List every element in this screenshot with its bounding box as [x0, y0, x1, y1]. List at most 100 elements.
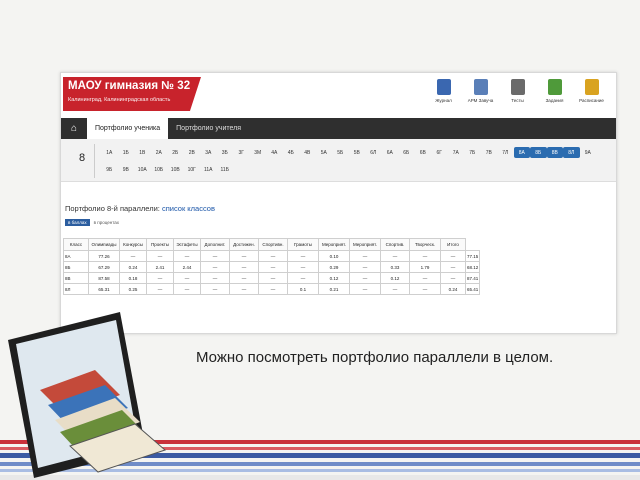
class-list-row: 1А 1Б 1В 2А 2Б 2В 3А 3Б 3Г 3М 4А 4Б 4В 5А 5Б 5В 6Л 6А 6Б 6В… — [101, 147, 596, 158]
column-header[interactable]: Мероприят. — [349, 238, 381, 251]
column-header[interactable]: Грамоты — [287, 238, 319, 251]
table-cell: 2.44 — [173, 261, 201, 273]
class-button[interactable]: 9А — [580, 147, 597, 158]
column-header[interactable]: Конкурсы — [119, 238, 147, 251]
table-cell: — — [200, 272, 230, 284]
table-cell: — — [229, 272, 259, 284]
row-class-label[interactable]: 8А — [63, 250, 89, 262]
class-button[interactable]: 1В — [134, 147, 151, 158]
class-button[interactable]: 4Б — [283, 147, 300, 158]
table-cell: — — [173, 250, 201, 262]
class-button[interactable]: 9Б — [101, 164, 118, 175]
table-cell: — — [440, 250, 466, 262]
toolbar-workstation[interactable]: АРМ Завуча — [464, 79, 497, 103]
table-cell: — — [440, 261, 466, 273]
main-navbar: ⌂ Портфолио ученика Портфолио учителя — [61, 118, 616, 139]
table-cell: — — [349, 261, 381, 273]
class-button[interactable]: 8А — [513, 147, 530, 158]
table-cell: 0.25 — [119, 283, 147, 295]
home-button[interactable]: ⌂ — [61, 118, 87, 139]
class-button[interactable]: 10Г — [184, 164, 201, 175]
column-header[interactable]: Спортив. — [380, 238, 410, 251]
class-button[interactable]: 10А — [134, 164, 151, 175]
tab-points[interactable]: в баллах — [65, 219, 90, 226]
class-button[interactable]: 11А — [200, 164, 217, 175]
class-button[interactable]: 7Б — [464, 147, 481, 158]
class-button[interactable]: 10В — [167, 164, 184, 175]
class-button[interactable]: 1А — [101, 147, 118, 158]
table-cell: — — [349, 250, 381, 262]
class-button[interactable]: 4В — [299, 147, 316, 158]
table-cell: — — [440, 272, 466, 284]
table-cell: — — [258, 283, 288, 295]
class-button[interactable]: 11Б — [217, 164, 234, 175]
class-button[interactable]: 6Г — [431, 147, 448, 158]
class-button[interactable]: 2В — [184, 147, 201, 158]
column-header[interactable]: Класс — [63, 238, 89, 251]
column-header[interactable]: Олимпиады — [88, 238, 120, 251]
class-button[interactable]: 6Л — [365, 147, 382, 158]
table-cell: — — [258, 261, 288, 273]
class-button[interactable]: 7Л — [497, 147, 514, 158]
class-button[interactable]: 10Б — [151, 164, 168, 175]
class-button[interactable]: 8Л — [563, 147, 580, 158]
row-class-label[interactable]: 8В — [63, 272, 89, 284]
school-logo: МАОУ гимназия № 32 Калининград, Калининг… — [63, 77, 201, 111]
table-row: 8В 87.58 0.18— — — — — —0.12—0.12— —87.41 — [63, 272, 481, 284]
toolbar: Журнал АРМ Завуча Тесты Задания Расписан… — [427, 79, 608, 103]
column-header[interactable]: Мероприят. — [318, 238, 350, 251]
class-button[interactable]: 1Б — [118, 147, 135, 158]
tab-percent[interactable]: в процентах — [94, 220, 119, 225]
class-button[interactable]: 5В — [349, 147, 366, 158]
section-title: Портфолио 8-й параллели: список классов — [65, 204, 215, 213]
column-header[interactable]: Спортивн. — [258, 238, 288, 251]
class-button[interactable]: 4А — [266, 147, 283, 158]
tests-icon — [510, 79, 525, 95]
class-button[interactable]: 8Б — [530, 147, 547, 158]
school-name: МАОУ гимназия № 32 — [68, 80, 191, 92]
class-button[interactable]: 6Б — [398, 147, 415, 158]
column-header[interactable]: Дополнит. — [200, 238, 230, 251]
class-button[interactable]: 2А — [151, 147, 168, 158]
class-button[interactable]: 5Б — [332, 147, 349, 158]
table-cell: 77.26 — [88, 250, 120, 262]
class-button[interactable]: 6А — [382, 147, 399, 158]
units-tabs: в баллах в процентах — [65, 219, 119, 226]
toolbar-tests[interactable]: Тесты — [501, 79, 534, 103]
class-button[interactable]: 7В — [481, 147, 498, 158]
tab-student-portfolio[interactable]: Портфолио ученика — [87, 118, 169, 139]
row-class-label[interactable]: 8Л — [63, 283, 89, 295]
column-header[interactable]: Достижен. — [229, 238, 259, 251]
class-button[interactable]: 3Г — [233, 147, 250, 158]
class-button[interactable]: 9В — [118, 164, 135, 175]
class-button[interactable]: 3А — [200, 147, 217, 158]
table-cell: 65.31 — [88, 283, 120, 295]
class-button[interactable]: 3М — [250, 147, 267, 158]
toolbar-tasks[interactable]: Задания — [538, 79, 571, 103]
portfolio-table: Класс Олимпиады Конкурсы Проекты Эстафеты Доп… — [63, 238, 481, 295]
table-cell: 0.29 — [318, 261, 350, 273]
table-cell: 77.15 — [464, 250, 481, 262]
column-header[interactable]: Эстафеты — [173, 238, 201, 251]
table-cell: — — [119, 250, 147, 262]
column-header[interactable]: Творческ. — [409, 238, 441, 251]
table-cell: 0.10 — [318, 250, 350, 262]
toolbar-schedule[interactable]: Расписание — [575, 79, 608, 103]
row-class-label[interactable]: 8Б — [63, 261, 89, 273]
class-list-link[interactable]: список классов — [162, 204, 215, 213]
class-button[interactable]: 3Б — [217, 147, 234, 158]
column-header[interactable]: Проекты — [146, 238, 174, 251]
table-cell: 65.41 — [464, 283, 481, 295]
class-button[interactable]: 7А — [448, 147, 465, 158]
class-button[interactable]: 2Б — [167, 147, 184, 158]
table-cell: — — [146, 272, 174, 284]
home-icon: ⌂ — [70, 123, 78, 134]
class-button[interactable]: 5А — [316, 147, 333, 158]
slide-caption: Можно посмотреть портфолио параллели в ц… — [196, 349, 554, 366]
column-header[interactable]: Итого — [440, 238, 466, 251]
tab-teacher-portfolio[interactable]: Портфолио учителя — [168, 118, 249, 139]
toolbar-journal[interactable]: Журнал — [427, 79, 460, 103]
class-list-row: 9Б 9В 10А 10Б 10В 10Г 11А 11Б — [101, 164, 233, 175]
class-button[interactable]: 8В — [546, 147, 563, 158]
class-button[interactable]: 6В — [415, 147, 432, 158]
